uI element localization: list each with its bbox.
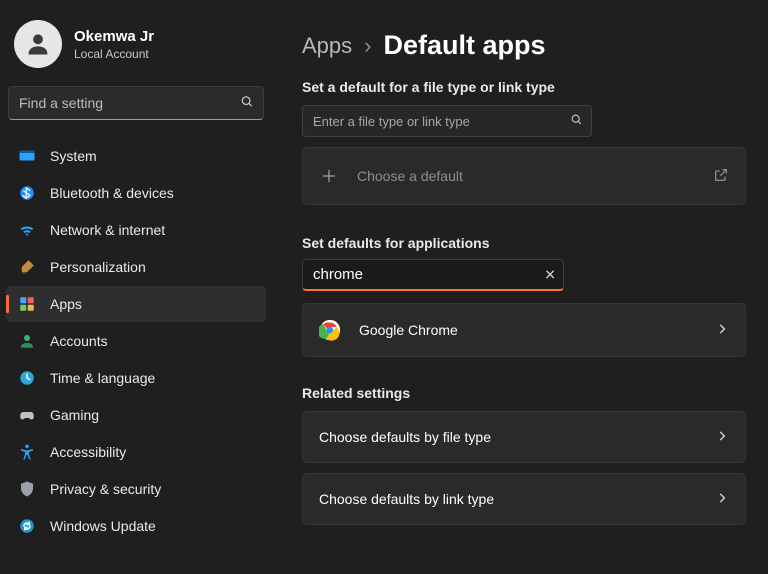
filetype-input[interactable] xyxy=(302,105,592,137)
nav-label: Network & internet xyxy=(50,222,165,238)
system-icon xyxy=(18,147,36,165)
nav-item-network[interactable]: Network & internet xyxy=(6,212,266,248)
profile-block[interactable]: Okemwa Jr Local Account xyxy=(6,14,266,86)
chevron-right-icon xyxy=(715,429,729,446)
plus-icon xyxy=(319,166,339,186)
related-heading: Related settings xyxy=(302,385,746,401)
sidebar-search-input[interactable] xyxy=(8,86,264,120)
nav-item-update[interactable]: Windows Update xyxy=(6,508,266,544)
nav-label: Apps xyxy=(50,296,82,312)
nav-item-time[interactable]: Time & language xyxy=(6,360,266,396)
nav-item-apps[interactable]: Apps xyxy=(6,286,266,322)
breadcrumb-parent[interactable]: Apps xyxy=(302,33,352,59)
settings-nav: System Bluetooth & devices Network & int… xyxy=(6,138,266,544)
nav-item-accessibility[interactable]: Accessibility xyxy=(6,434,266,470)
chevron-right-icon xyxy=(715,322,729,339)
settings-sidebar: Okemwa Jr Local Account System Bluetooth… xyxy=(0,0,272,574)
related-link-type[interactable]: Choose defaults by link type xyxy=(302,473,746,525)
paintbrush-icon xyxy=(18,258,36,276)
breadcrumb: Apps › Default apps xyxy=(302,30,746,61)
apps-icon xyxy=(18,295,36,313)
app-search[interactable]: ✕ xyxy=(302,259,564,291)
bluetooth-icon xyxy=(18,184,36,202)
accessibility-icon xyxy=(18,443,36,461)
clear-icon[interactable]: ✕ xyxy=(544,267,556,284)
nav-label: Accounts xyxy=(50,333,108,349)
page-title: Default apps xyxy=(383,30,545,61)
clock-icon xyxy=(18,369,36,387)
accounts-icon xyxy=(18,332,36,350)
nav-item-privacy[interactable]: Privacy & security xyxy=(6,471,266,507)
sidebar-search[interactable] xyxy=(8,86,264,120)
nav-label: Windows Update xyxy=(50,518,156,534)
avatar xyxy=(14,20,62,68)
profile-subtitle: Local Account xyxy=(74,47,154,61)
chrome-icon xyxy=(319,319,341,341)
filetype-heading: Set a default for a file type or link ty… xyxy=(302,79,746,95)
gaming-icon xyxy=(18,406,36,424)
search-icon xyxy=(570,113,583,129)
chevron-right-icon xyxy=(715,491,729,508)
nav-label: System xyxy=(50,148,97,164)
nav-item-bluetooth[interactable]: Bluetooth & devices xyxy=(6,175,266,211)
nav-item-system[interactable]: System xyxy=(6,138,266,174)
filetype-search[interactable] xyxy=(302,105,592,137)
profile-name: Okemwa Jr xyxy=(74,28,154,45)
nav-item-gaming[interactable]: Gaming xyxy=(6,397,266,433)
nav-label: Gaming xyxy=(50,407,99,423)
choose-default-label: Choose a default xyxy=(357,168,463,184)
app-result-label: Google Chrome xyxy=(359,322,458,338)
person-icon xyxy=(24,30,52,58)
nav-item-accounts[interactable]: Accounts xyxy=(6,323,266,359)
app-search-input[interactable] xyxy=(302,259,564,291)
related-file-type[interactable]: Choose defaults by file type xyxy=(302,411,746,463)
nav-label: Bluetooth & devices xyxy=(50,185,174,201)
chevron-right-icon: › xyxy=(364,33,371,59)
main-content: Apps › Default apps Set a default for a … xyxy=(272,0,768,574)
nav-item-personalization[interactable]: Personalization xyxy=(6,249,266,285)
apps-heading: Set defaults for applications xyxy=(302,235,746,251)
shield-icon xyxy=(18,480,36,498)
nav-label: Accessibility xyxy=(50,444,126,460)
nav-label: Privacy & security xyxy=(50,481,161,497)
open-external-icon xyxy=(713,167,729,186)
nav-label: Personalization xyxy=(50,259,146,275)
choose-default-card[interactable]: Choose a default xyxy=(302,147,746,205)
related-label: Choose defaults by link type xyxy=(319,491,494,507)
update-icon xyxy=(18,517,36,535)
wifi-icon xyxy=(18,221,36,239)
app-result-google-chrome[interactable]: Google Chrome xyxy=(302,303,746,357)
related-label: Choose defaults by file type xyxy=(319,429,491,445)
nav-label: Time & language xyxy=(50,370,155,386)
